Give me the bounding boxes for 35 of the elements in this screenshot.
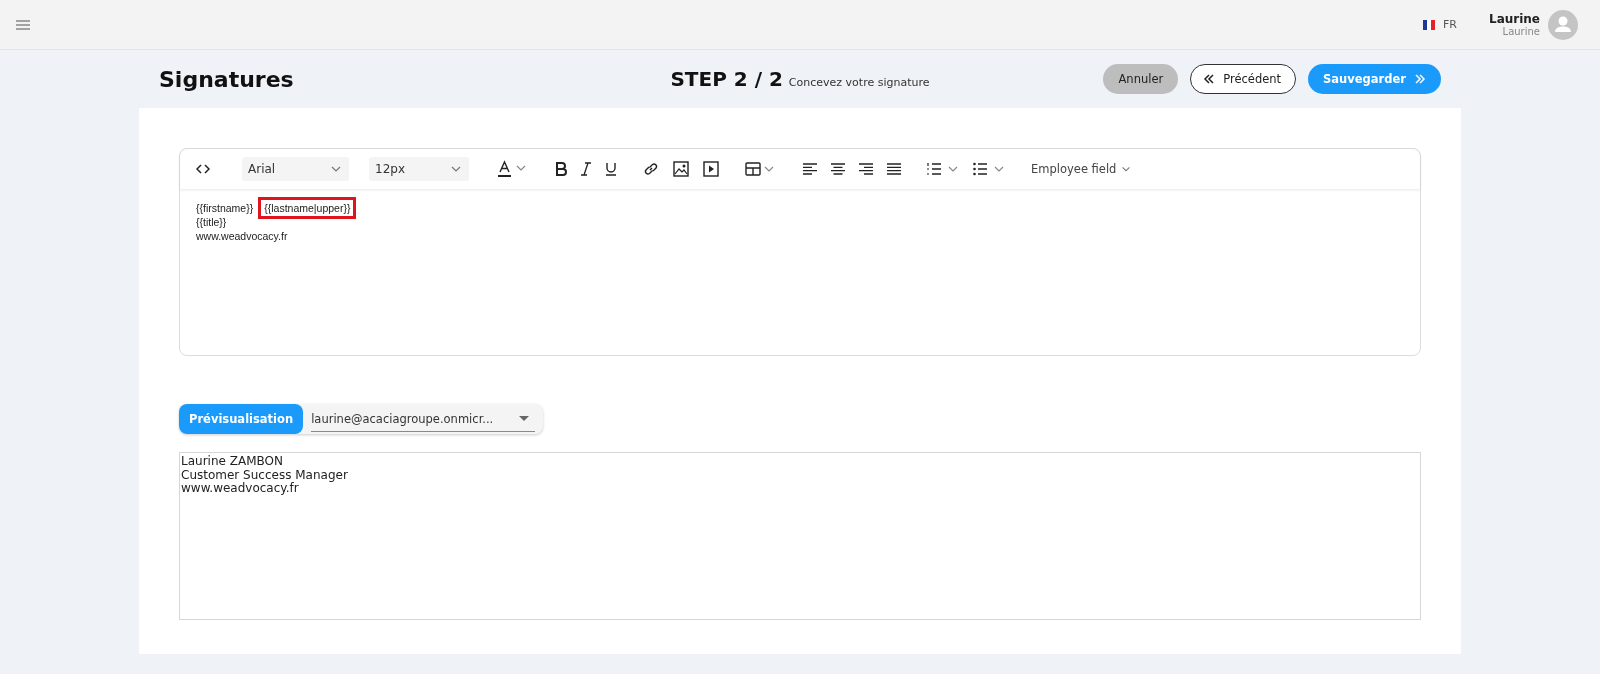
template-variable: {{firstname}}: [195, 201, 255, 215]
code-view-icon[interactable]: [196, 163, 210, 175]
preview-line: Customer Success Manager: [181, 468, 349, 482]
preview-line: Laurine ZAMBON: [181, 455, 284, 469]
dropdown-arrow-icon: [519, 415, 530, 422]
flag-icon: [1423, 19, 1435, 30]
template-variable: {{title}}: [195, 215, 228, 229]
video-icon[interactable]: [703, 161, 719, 177]
underline-icon[interactable]: [605, 162, 617, 176]
font-select[interactable]: Arial: [242, 157, 349, 181]
bullet-list-icon[interactable]: [973, 162, 1005, 176]
step-indicator: STEP 2 / 2: [670, 67, 783, 91]
user-subtitle: Laurine: [1502, 26, 1540, 37]
justify-icon[interactable]: [887, 163, 901, 175]
user-name: Laurine: [1489, 12, 1540, 26]
page-title: Signatures: [159, 66, 295, 92]
double-chevron-left-icon: [1203, 74, 1216, 84]
bold-icon[interactable]: [555, 162, 567, 176]
preview-line: www.weadvocacy.fr: [181, 482, 299, 496]
align-center-icon[interactable]: [831, 163, 845, 175]
font-size-select[interactable]: 12px: [369, 157, 469, 181]
align-right-icon[interactable]: [859, 163, 873, 175]
cancel-button[interactable]: Annuler: [1103, 64, 1179, 94]
link-icon[interactable]: [643, 161, 659, 177]
image-icon[interactable]: [673, 161, 689, 177]
recipient-select[interactable]: laurine@acaciagroupe.onmicr...: [311, 406, 536, 432]
employee-field-menu[interactable]: Employee field: [1031, 162, 1133, 176]
double-chevron-right-icon: [1414, 74, 1426, 84]
language-label[interactable]: FR: [1443, 18, 1457, 31]
align-left-icon[interactable]: [803, 163, 817, 175]
italic-icon[interactable]: [581, 162, 591, 176]
numbered-list-icon[interactable]: [927, 162, 959, 176]
step-caption: Concevez votre signature: [788, 76, 930, 89]
previous-button[interactable]: Précédent: [1190, 64, 1297, 94]
template-variable: www.weadvocacy.fr: [195, 229, 289, 243]
